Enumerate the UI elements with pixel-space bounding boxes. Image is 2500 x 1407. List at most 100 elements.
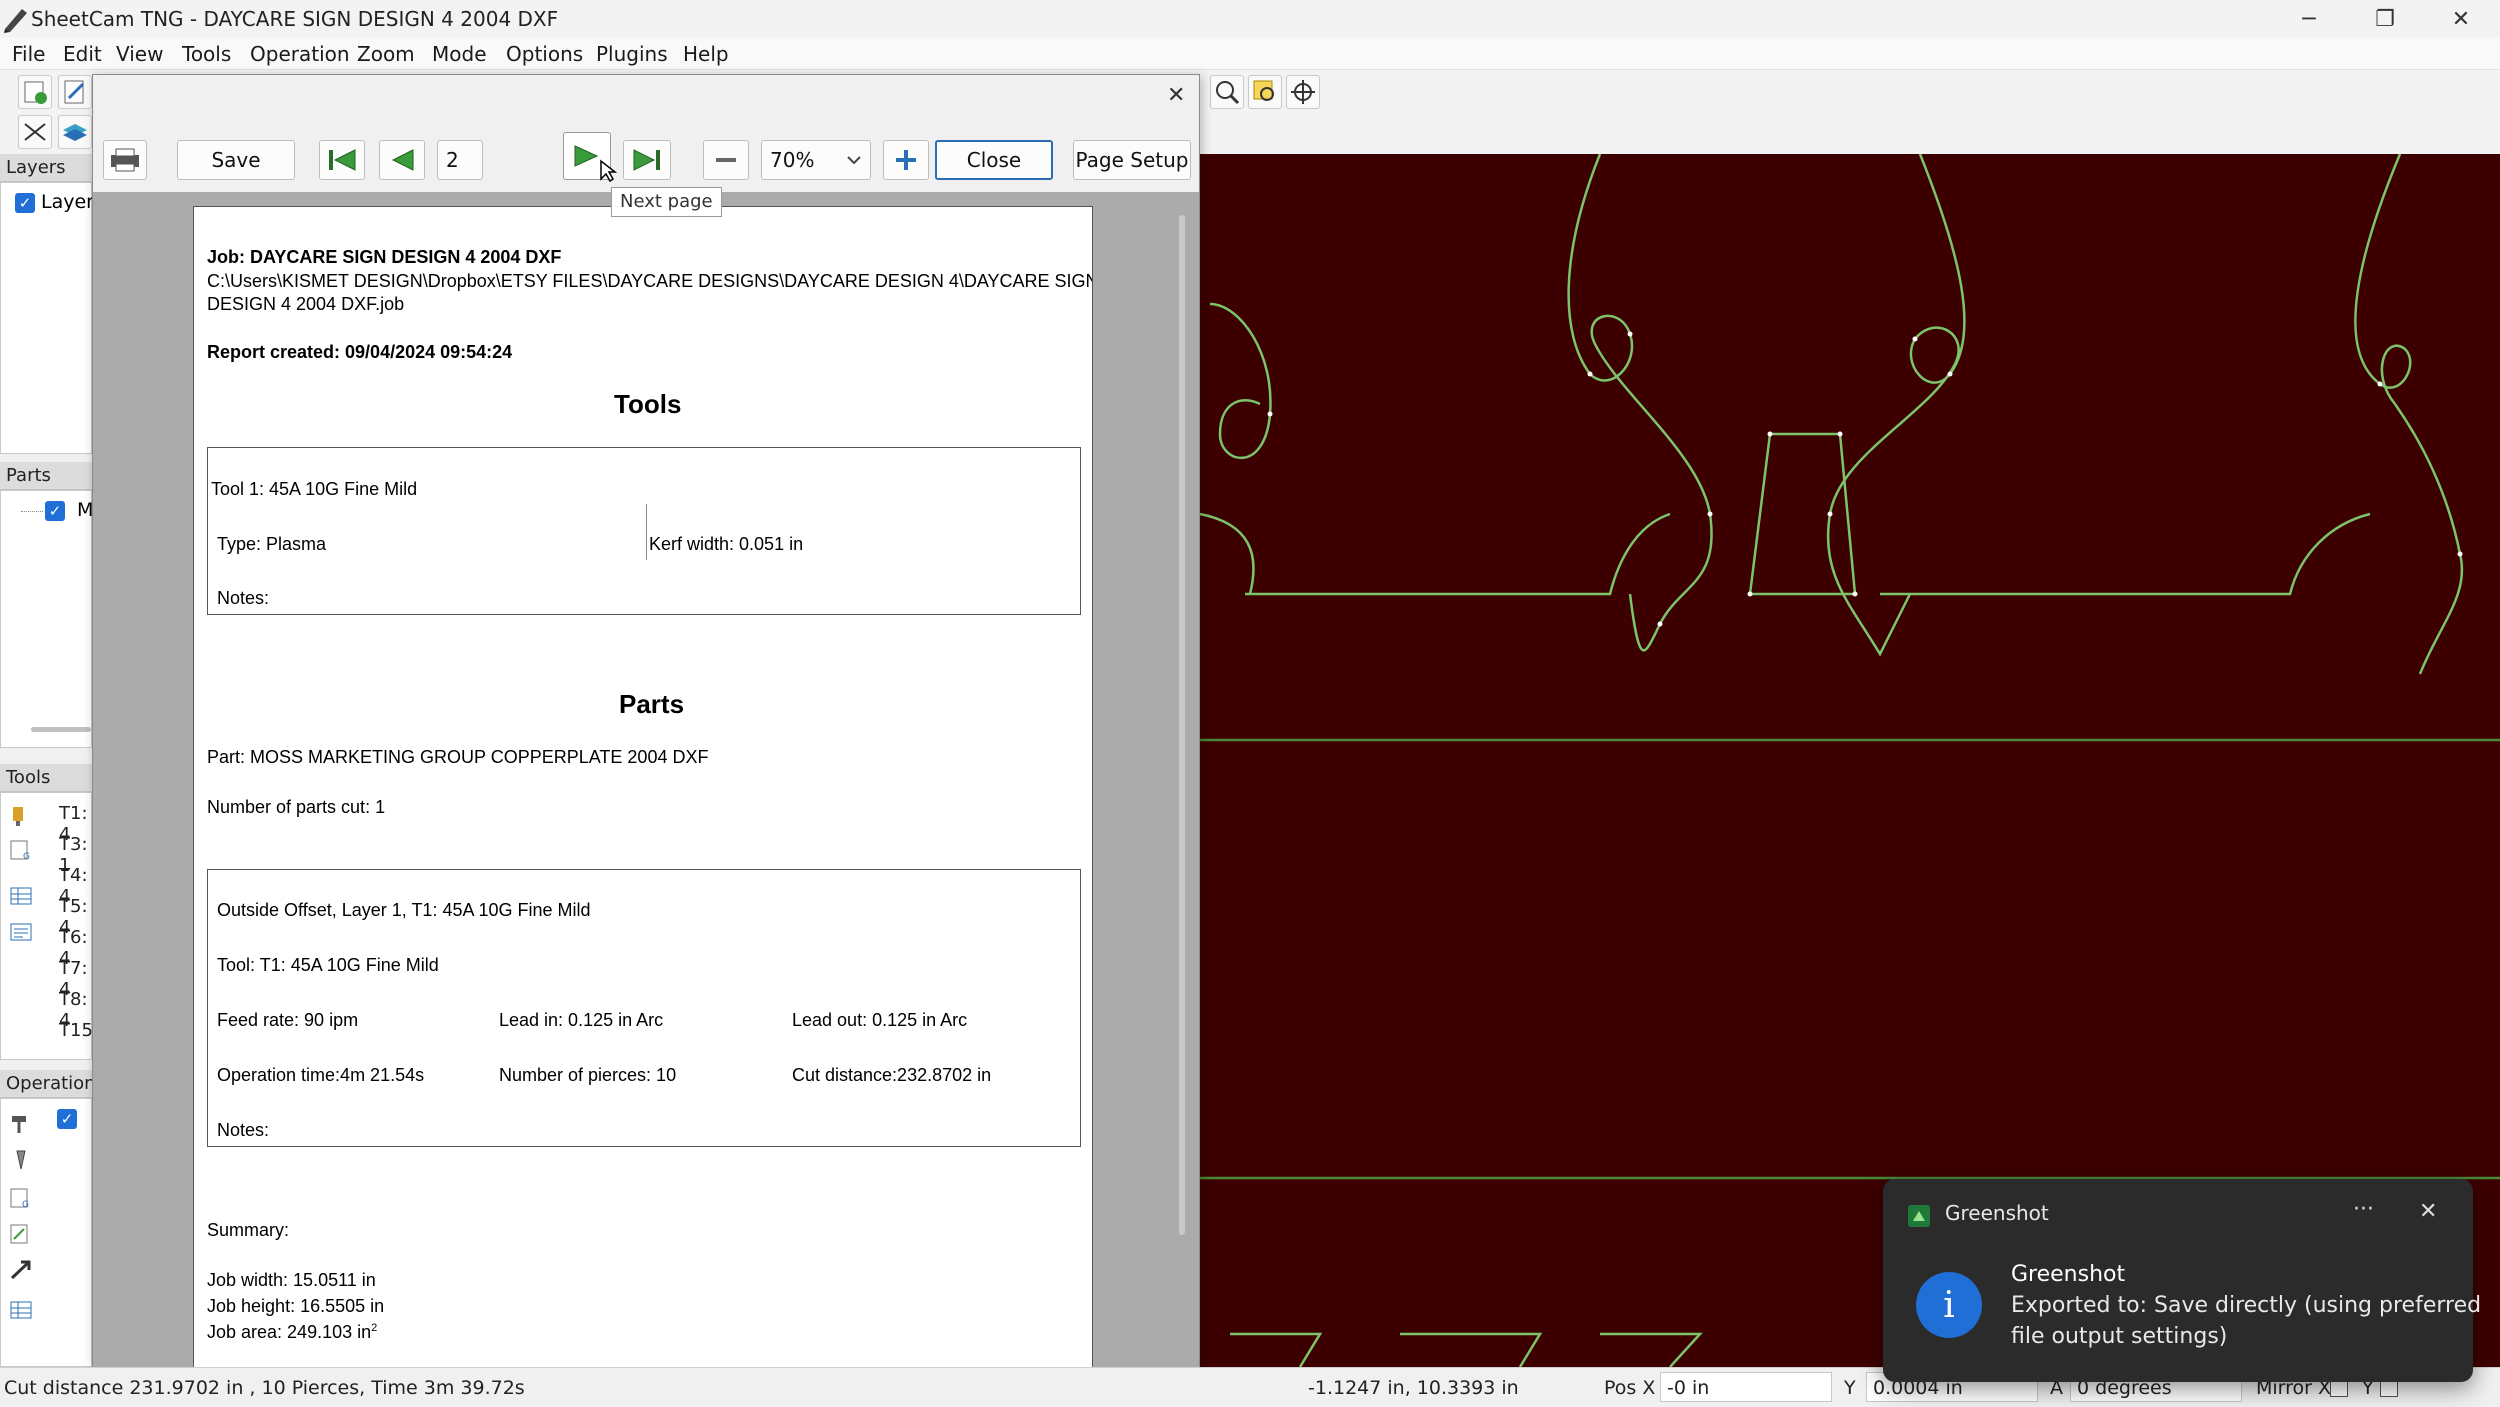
info-icon: i	[1916, 1272, 1982, 1338]
part-name: Part: MOSS MARKETING GROUP COPPERPLATE 2…	[207, 747, 709, 767]
printer-icon	[111, 148, 139, 172]
tool-notes: Notes:	[217, 588, 270, 608]
tool-list-icon[interactable]	[9, 921, 33, 943]
outline-post-3	[2354, 154, 2464, 675]
menu-tools[interactable]: Tools	[182, 42, 231, 66]
menu-zoom[interactable]: Zoom	[357, 42, 415, 66]
outline-nodes	[1267, 331, 2463, 627]
notification-more-icon[interactable]: ···	[2353, 1197, 2374, 1222]
menu-plugins[interactable]: Plugins	[596, 42, 668, 66]
job-area-unit-exponent: 2	[371, 1322, 378, 1334]
outline-right-arch	[1880, 512, 2371, 596]
print-button[interactable]	[103, 140, 147, 180]
outline-vase	[1748, 432, 1857, 596]
pan-button[interactable]	[1286, 75, 1320, 109]
menu-edit[interactable]: Edit	[63, 42, 102, 66]
menu-options[interactable]: Options	[506, 42, 583, 66]
zoom-in-button[interactable]	[883, 140, 929, 180]
operations-panel: ✓ G	[0, 1098, 92, 1367]
menu-mode[interactable]: Mode	[432, 42, 487, 66]
lead-in: Lead in: 0.125 in Arc	[499, 1010, 664, 1030]
notification-title: Greenshot	[2011, 1262, 2126, 1287]
report-path-line-1: C:\Users\KISMET DESIGN\Dropbox\ETSY FILE…	[207, 271, 1093, 291]
page-setup-button[interactable]: Page Setup	[1073, 140, 1191, 180]
menu-operation[interactable]: Operation	[250, 42, 350, 66]
job-area: Job area: 249.103 in2	[207, 1322, 377, 1343]
paths-icon	[24, 123, 46, 141]
feed-rate: Feed rate: 90 ipm	[217, 1010, 359, 1030]
operation-title: Outside Offset, Layer 1, T1: 45A 10G Fin…	[217, 900, 591, 920]
job-width: Job width: 15.0511 in	[207, 1270, 376, 1290]
tool-kerf: Kerf width: 0.051 in	[649, 534, 804, 554]
parts-scrollbar[interactable]	[31, 727, 91, 732]
part-label[interactable]: M	[77, 499, 93, 521]
tools-panel-header: Tools	[0, 764, 92, 792]
show-paths-button[interactable]	[18, 115, 52, 149]
pos-x-field[interactable]: -0 in	[1660, 1372, 1832, 1402]
operations-panel-header: Operations	[0, 1070, 105, 1098]
layer-label[interactable]: Layer	[41, 191, 94, 213]
new-job-button[interactable]	[18, 75, 52, 109]
zoom-fit-button[interactable]	[1210, 75, 1244, 109]
outline-bottom-3	[1600, 1332, 1703, 1367]
layer-checkbox[interactable]: ✓	[15, 193, 35, 213]
parts-panel: ✓ M	[0, 490, 93, 748]
page-number-input[interactable]: 2	[437, 140, 483, 180]
op-contour-icon[interactable]	[9, 1223, 33, 1245]
report-page: Job: DAYCARE SIGN DESIGN 4 2004 DXF C:\U…	[193, 206, 1093, 1368]
outline-bottom-2	[1400, 1332, 1543, 1367]
zoom-out-button[interactable]	[703, 140, 749, 180]
close-preview-button[interactable]: Close	[935, 140, 1053, 180]
job-height: Job height: 16.5505 in	[207, 1296, 385, 1316]
greenshot-logo-icon	[1908, 1205, 1930, 1227]
op-gcode-icon[interactable]: G	[9, 1187, 33, 1209]
zoom-window-button[interactable]	[1248, 75, 1282, 109]
zoom-fit-icon	[1216, 81, 1240, 105]
greenshot-notification[interactable]: Greenshot ··· ✕ i Greenshot Exported to:…	[1883, 1179, 2481, 1382]
tool-table-icon[interactable]	[9, 885, 33, 907]
notification-close-icon[interactable]: ✕	[2419, 1199, 2437, 1224]
previous-page-icon	[391, 149, 414, 171]
menu-file[interactable]: File	[12, 42, 45, 66]
maximize-icon: ❐	[2375, 6, 2395, 32]
title-bar: SheetCam TNG - DAYCARE SIGN DESIGN 4 200…	[0, 0, 2500, 38]
chevron-down-icon	[847, 156, 861, 165]
part-checkbox[interactable]: ✓	[45, 501, 65, 521]
operation-notes: Notes:	[217, 1120, 270, 1140]
save-button[interactable]: Save	[177, 140, 295, 180]
menu-view[interactable]: View	[116, 42, 163, 66]
maximize-button[interactable]: ❐	[2352, 0, 2418, 38]
report-created: Report created: 09/04/2024 09:54:24	[207, 342, 513, 362]
menu-help[interactable]: Help	[683, 42, 729, 66]
op-engrave-icon[interactable]	[9, 1149, 33, 1171]
operation-time: Operation time:4m 21.54s	[217, 1065, 425, 1085]
tool-name: Tool 1: 45A 10G Fine Mild	[211, 479, 418, 499]
tool-box-divider	[646, 504, 647, 560]
preview-scrollbar[interactable]	[1179, 215, 1185, 1235]
summary-label: Summary:	[207, 1220, 290, 1240]
operation-checkbox[interactable]: ✓	[57, 1109, 77, 1129]
op-path-icon[interactable]	[9, 1259, 33, 1281]
next-page-tooltip: Next page	[611, 187, 722, 217]
first-page-button[interactable]	[319, 140, 365, 180]
tool-plasma-icon[interactable]	[9, 805, 33, 827]
tool-details-box	[207, 447, 1081, 615]
outline-post-2	[1826, 154, 1966, 657]
tools-heading: Tools	[614, 389, 682, 419]
zoom-select[interactable]: 70%	[761, 140, 871, 180]
close-window-button[interactable]: ✕	[2428, 0, 2494, 38]
minus-icon	[716, 158, 736, 162]
op-drill-icon[interactable]	[9, 1113, 33, 1135]
info-icon-glyph: i	[1943, 1284, 1955, 1326]
minimize-button[interactable]: ─	[2276, 0, 2342, 38]
last-page-button[interactable]	[623, 140, 671, 180]
layers-button[interactable]	[58, 115, 92, 149]
zoom-value: 70%	[770, 148, 815, 172]
job-area-value: Job area: 249.103 in	[207, 1322, 372, 1342]
op-table-icon[interactable]	[9, 1299, 33, 1321]
edit-job-button[interactable]	[58, 75, 92, 109]
preview-close-icon[interactable]: ✕	[1167, 83, 1185, 108]
previous-page-button[interactable]	[379, 140, 425, 180]
tool-gcode-icon[interactable]: G	[9, 839, 33, 861]
tree-connector	[21, 511, 43, 512]
